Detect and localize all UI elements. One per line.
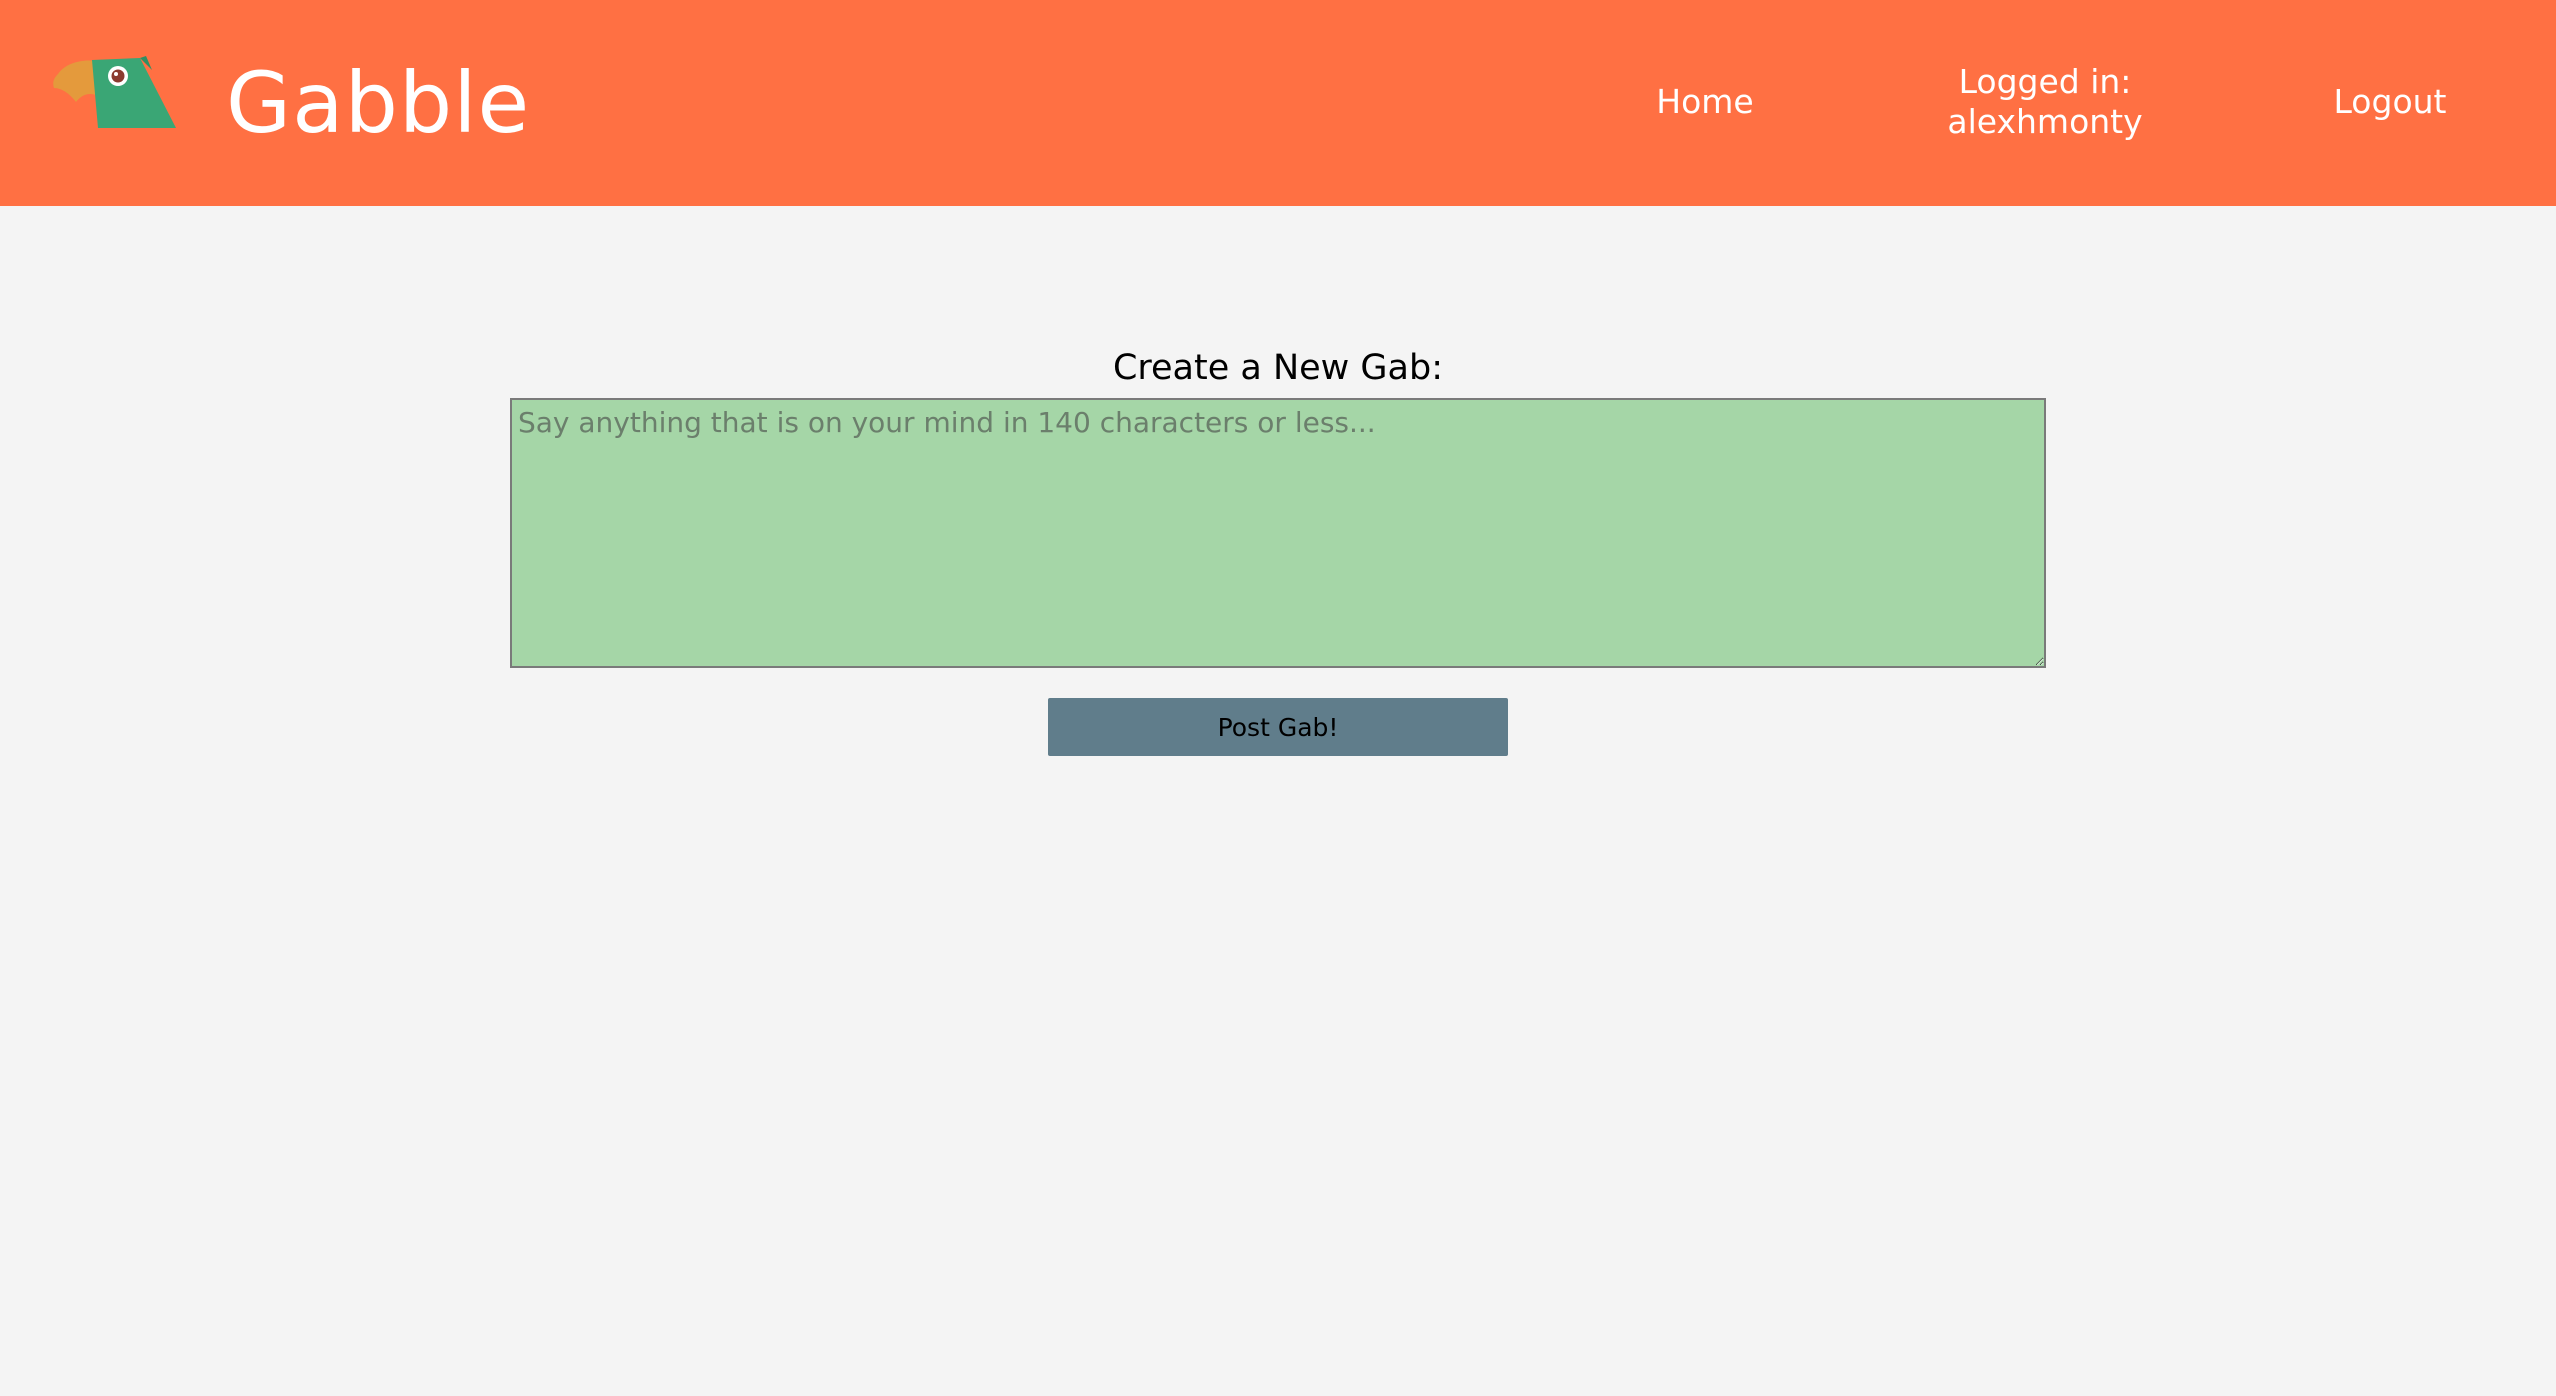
compose-title: Create a New Gab:: [1112, 348, 1444, 388]
logged-in-label: Logged in:: [1958, 62, 2132, 101]
logged-in-user: Logged in: alexhmonty: [1900, 62, 2190, 142]
app-header: Gabble Home Logged in: alexhmonty Logout: [0, 0, 2556, 206]
username-label: alexhmonty: [1947, 102, 2143, 141]
nav-home-link[interactable]: Home: [1600, 82, 1810, 122]
post-gab-button[interactable]: Post Gab!: [1048, 698, 1508, 756]
gab-textarea[interactable]: [510, 398, 2046, 668]
parrot-icon[interactable]: [52, 54, 176, 132]
brand-title[interactable]: Gabble: [226, 48, 530, 158]
nav-logout-link[interactable]: Logout: [2290, 82, 2490, 122]
